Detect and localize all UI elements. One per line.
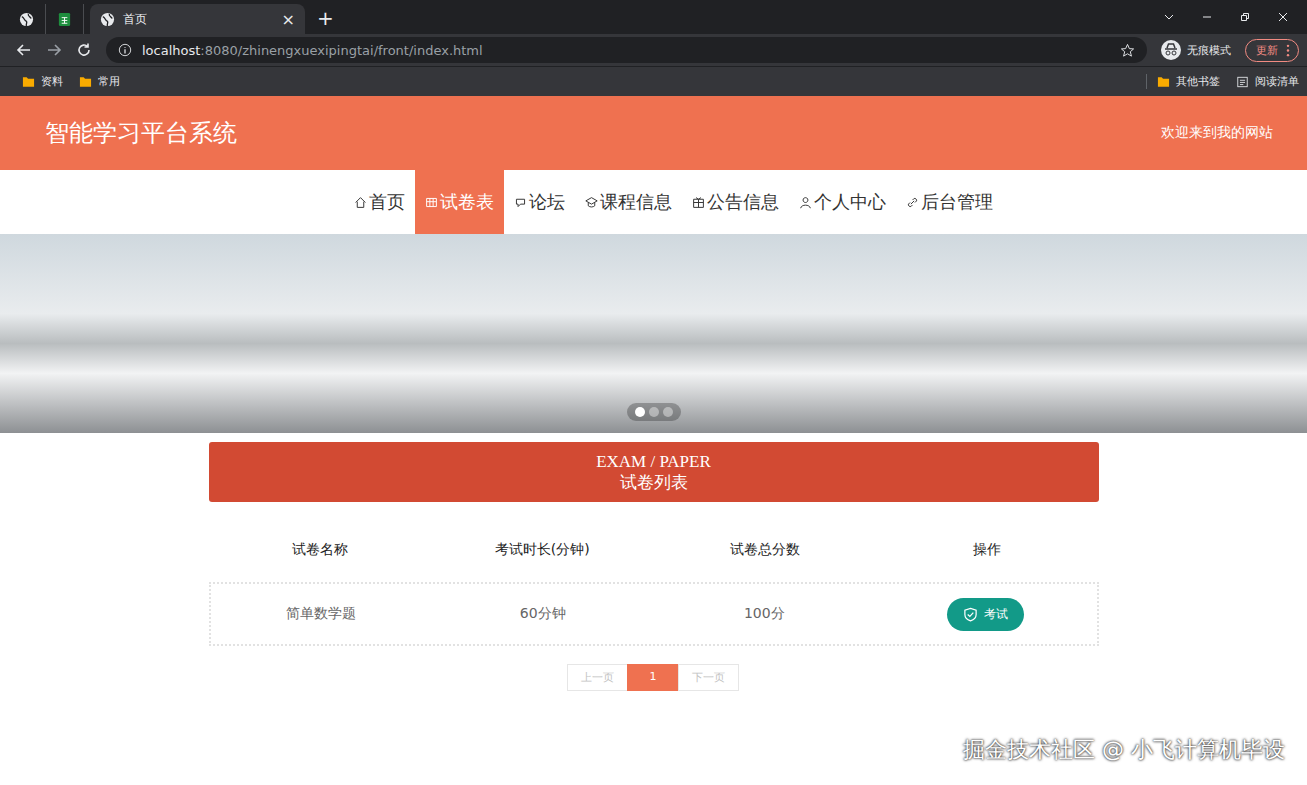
nav-icon bbox=[425, 196, 438, 209]
nav-icon bbox=[692, 196, 705, 209]
new-tab-button[interactable]: + bbox=[317, 6, 334, 30]
bookmarks-bar: 资料 常用 其他书签 阅读清单 bbox=[0, 66, 1307, 96]
site: 智能学习平台系统 欢迎来到我的网站首页试卷表论坛课程信息公告信息个人中心后台管理 E… bbox=[0, 96, 1307, 785]
browser-tab[interactable]: 首页× bbox=[90, 4, 305, 34]
nav-item[interactable]: 首页 bbox=[344, 170, 415, 234]
welcome-text: 欢迎来到我的网站 bbox=[1161, 124, 1273, 142]
nav-icon bbox=[799, 196, 812, 209]
restore-icon[interactable] bbox=[1239, 11, 1251, 23]
carousel-dot[interactable] bbox=[635, 407, 645, 417]
reload-icon[interactable] bbox=[76, 42, 92, 58]
site-title: 智能学习平台系统 bbox=[45, 117, 237, 149]
bookmark-folder[interactable]: 其他书签 bbox=[1146, 74, 1220, 89]
globe-icon bbox=[19, 12, 34, 27]
browser-tab[interactable] bbox=[46, 4, 84, 34]
table-row: 简单数学题60分钟100分 考试 bbox=[209, 582, 1099, 646]
folder-icon bbox=[79, 76, 92, 88]
page-button[interactable]: 1 bbox=[627, 664, 679, 691]
minimize-icon[interactable] bbox=[1201, 11, 1213, 23]
column-header: 试卷名称 bbox=[209, 541, 432, 559]
section-title: EXAM / PAPER试卷列表 bbox=[209, 442, 1099, 502]
sheet-icon bbox=[57, 12, 72, 27]
nav-item[interactable]: 公告信息 bbox=[682, 170, 789, 234]
nav-item[interactable]: 后台管理 bbox=[896, 170, 1003, 234]
close-icon[interactable] bbox=[1277, 11, 1289, 23]
cell: 100分 bbox=[654, 605, 876, 623]
paper-table: 试卷名称考试时长(分钟)试卷总分数操作简单数学题60分钟100分 考试 bbox=[209, 530, 1099, 646]
url-field[interactable]: localhost:8080/zhinengxuexipingtai/front… bbox=[106, 37, 1147, 63]
bookmark-folder[interactable]: 资料 bbox=[22, 74, 63, 89]
column-header: 试卷总分数 bbox=[654, 541, 877, 559]
carousel-dot[interactable] bbox=[649, 407, 659, 417]
tab-close-button[interactable]: × bbox=[282, 10, 295, 29]
globe-icon bbox=[100, 12, 115, 27]
carousel-indicator bbox=[627, 403, 681, 421]
exam-button[interactable]: 考试 bbox=[947, 598, 1024, 631]
browser-tab-bar: 首页× + bbox=[0, 0, 1307, 34]
main-nav: 首页试卷表论坛课程信息公告信息个人中心后台管理 bbox=[0, 170, 1307, 234]
incognito-badge[interactable]: 无痕模式 bbox=[1161, 40, 1231, 60]
nav-icon bbox=[354, 196, 367, 209]
info-icon[interactable] bbox=[118, 43, 132, 57]
nav-item[interactable]: 课程信息 bbox=[575, 170, 682, 234]
watermark: 掘金技术社区 @ 小飞计算机毕设 bbox=[963, 735, 1285, 765]
pagination: 上一页1下一页 bbox=[0, 664, 1307, 691]
nav-item[interactable]: 试卷表 bbox=[415, 170, 504, 234]
cell: 60分钟 bbox=[432, 605, 654, 623]
chevron-down-icon[interactable] bbox=[1163, 11, 1175, 23]
nav-icon bbox=[585, 196, 598, 209]
bookmark-folder[interactable]: 阅读清单 bbox=[1236, 74, 1299, 89]
incognito-icon bbox=[1161, 40, 1181, 60]
window-controls bbox=[1163, 11, 1307, 23]
address-bar-row: localhost:8080/zhinengxuexipingtai/front… bbox=[0, 34, 1307, 66]
back-icon[interactable] bbox=[16, 42, 32, 58]
column-header: 操作 bbox=[876, 541, 1099, 559]
table-header: 试卷名称考试时长(分钟)试卷总分数操作 bbox=[209, 530, 1099, 570]
folder-icon bbox=[1157, 76, 1170, 88]
star-icon[interactable] bbox=[1120, 43, 1135, 58]
banner-carousel[interactable] bbox=[0, 234, 1307, 433]
forward-icon[interactable] bbox=[46, 42, 62, 58]
page: 首页×+localhost:8080/zhinengxuexipingtai/f… bbox=[0, 0, 1307, 785]
shield-icon bbox=[963, 607, 978, 622]
update-button[interactable]: 更新 bbox=[1245, 39, 1299, 62]
next-page-button[interactable]: 下一页 bbox=[678, 664, 739, 691]
nav-item[interactable]: 论坛 bbox=[504, 170, 575, 234]
bookmark-folder[interactable]: 常用 bbox=[79, 74, 120, 89]
site-header: 智能学习平台系统 欢迎来到我的网站 bbox=[0, 96, 1307, 170]
cell: 简单数学题 bbox=[211, 605, 433, 623]
nav-icon bbox=[514, 196, 527, 209]
nav-item[interactable]: 个人中心 bbox=[789, 170, 896, 234]
folder-icon bbox=[22, 76, 35, 88]
browser-tab[interactable] bbox=[8, 4, 46, 34]
column-header: 考试时长(分钟) bbox=[431, 541, 654, 559]
carousel-dot[interactable] bbox=[663, 407, 673, 417]
prev-page-button[interactable]: 上一页 bbox=[567, 664, 628, 691]
more-icon bbox=[1286, 44, 1290, 57]
nav-icon bbox=[906, 196, 919, 209]
reading-list-icon bbox=[1236, 76, 1249, 88]
cell: 考试 bbox=[875, 598, 1097, 631]
